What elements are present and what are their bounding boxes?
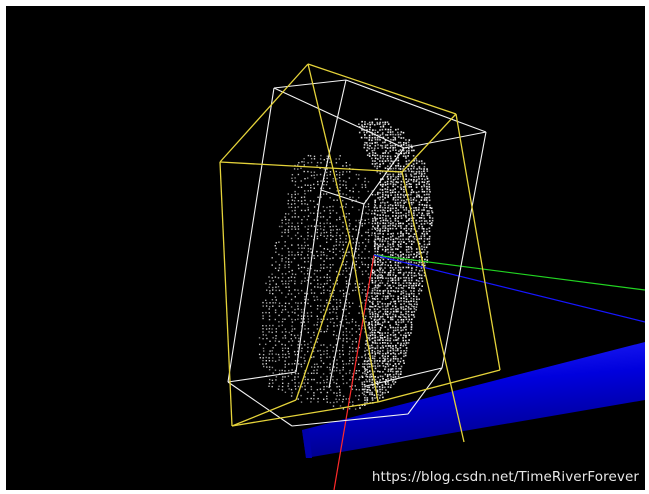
oriented-bounding-box <box>219 63 501 443</box>
point-cloud <box>258 118 434 410</box>
3d-viewport[interactable]: https://blog.csdn.net/TimeRiverForever <box>6 6 645 490</box>
scene-canvas[interactable] <box>6 6 645 490</box>
axis-cylinder <box>302 342 645 458</box>
watermark-text: https://blog.csdn.net/TimeRiverForever <box>371 469 639 485</box>
aligned-bounding-box <box>227 79 487 427</box>
viewer-window: https://blog.csdn.net/TimeRiverForever <box>0 0 649 494</box>
